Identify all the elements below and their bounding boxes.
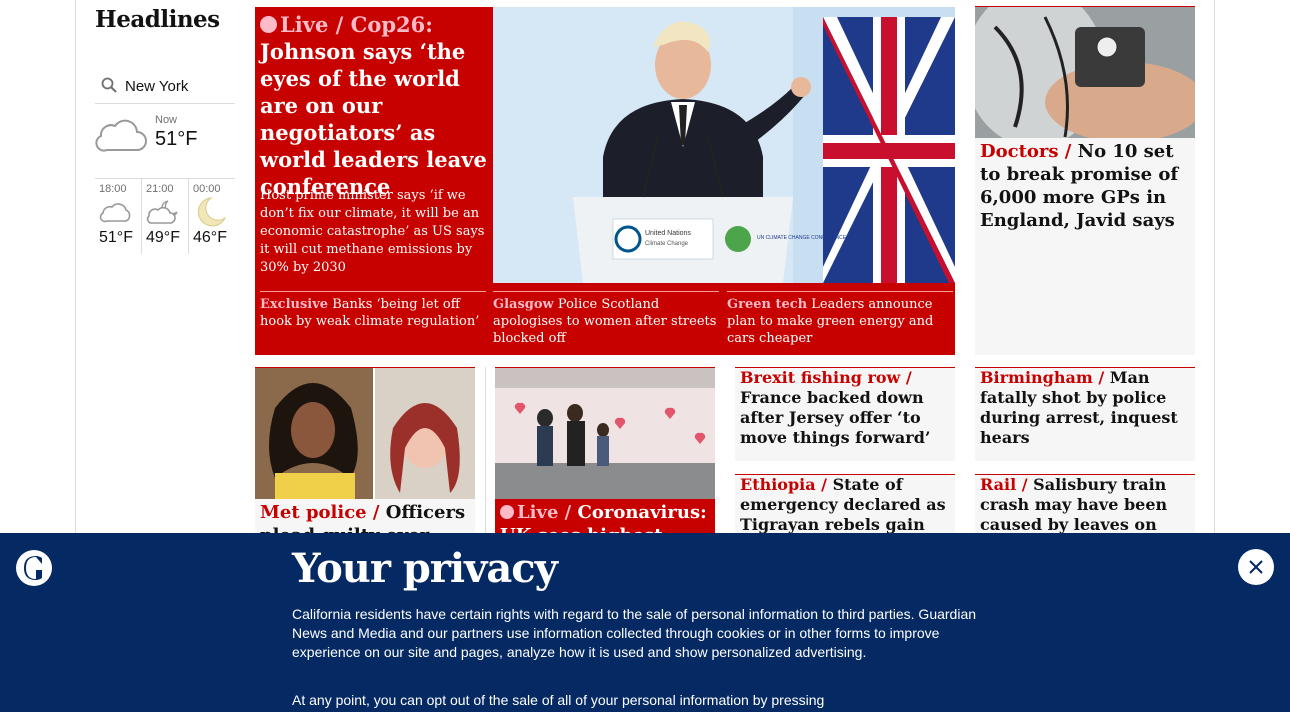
moon-icon [193, 195, 235, 229]
doctors-image[interactable] [975, 7, 1195, 138]
ethiopia-headline[interactable]: Ethiopia / State of emergency declared a… [735, 475, 955, 535]
brexit-kicker: Brexit fishing row [740, 368, 901, 387]
forecast-time: 21:00 [146, 183, 174, 195]
story-card-coronavirus[interactable]: Live / Coronavirus: UK sees highest dail… [495, 367, 715, 569]
coronavirus-kicker: Coronavirus: [577, 502, 707, 523]
sublink-kicker: Exclusive [260, 297, 329, 312]
live-label: Live [280, 12, 329, 37]
birmingham-headline[interactable]: Birmingham / Man fatally shot by police … [975, 368, 1195, 448]
lead-story[interactable]: Live / Cop26: Johnson says ‘the eyes of … [255, 7, 955, 355]
live-dot-icon [500, 505, 514, 519]
met-police-image[interactable] [255, 368, 475, 499]
birmingham-kicker: Birmingham [980, 368, 1093, 387]
weather-forecast: 18:00 51°F 21:00 49°F 00:00 46°F [95, 178, 235, 254]
sublink-kicker: Glasgow [493, 297, 554, 312]
doctors-headline[interactable]: Doctors / No 10 set to break promise of … [975, 138, 1195, 234]
sublink-exclusive[interactable]: Exclusive Banks ‘being let off hook by w… [260, 291, 486, 330]
close-icon [1249, 560, 1263, 574]
forecast-time: 18:00 [99, 183, 127, 195]
podium-cop-text: UN CLIMATE CHANGE CONFERENCE UK 2021 [757, 235, 867, 241]
sublink-green-tech[interactable]: Green tech Leaders announce plan to make… [727, 291, 953, 347]
rail-kicker: Rail [980, 475, 1017, 494]
forecast-item: 00:00 46°F [188, 179, 235, 254]
privacy-banner: Your privacy California residents have c… [0, 533, 1290, 712]
lead-headline-block[interactable]: Live / Cop26: Johnson says ‘the eyes of … [260, 11, 488, 200]
sublink-glasgow[interactable]: Glasgow Police Scotland apologises to wo… [493, 291, 719, 347]
weather-now: Now 51°F [95, 112, 235, 174]
cloud-icon [95, 116, 147, 158]
search-icon [101, 77, 117, 97]
privacy-text-optout: At any point, you can opt out of the sal… [292, 692, 825, 708]
column-divider [485, 367, 486, 533]
forecast-time: 00:00 [193, 183, 221, 195]
story-card-doctors[interactable]: Doctors / No 10 set to break promise of … [975, 6, 1195, 355]
now-label: Now [155, 114, 178, 126]
privacy-text: California residents have certain rights… [292, 606, 977, 660]
ethiopia-kicker: Ethiopia [740, 475, 816, 494]
lead-kicker: Cop26: [350, 12, 433, 37]
close-banner-button[interactable] [1238, 549, 1274, 585]
cloud-icon [99, 195, 141, 229]
met-police-kicker: Met police [260, 502, 367, 523]
lead-headline-text: Johnson says ‘the eyes of the world are … [260, 39, 487, 199]
live-label: Live [517, 502, 559, 523]
now-temp: 51°F [155, 128, 198, 150]
story-card-brexit[interactable]: Brexit fishing row / France backed down … [735, 367, 955, 461]
lead-image[interactable]: United Nations Climate Change UN CLIMATE… [493, 7, 955, 283]
cloud-moon-icon [146, 195, 188, 229]
story-card-met-police[interactable]: Met police / Officers plead guilty over [255, 367, 475, 546]
weather-location-field[interactable]: New York [95, 70, 235, 104]
section-title: Headlines [95, 6, 220, 33]
story-card-birmingham[interactable]: Birmingham / Man fatally shot by police … [975, 367, 1195, 461]
doctors-kicker: Doctors [980, 141, 1059, 162]
sublink-kicker: Green tech [727, 297, 808, 312]
weather-location: New York [125, 78, 189, 95]
live-dot-icon [260, 16, 277, 33]
forecast-item: 21:00 49°F [141, 179, 188, 254]
forecast-temp: 51°F [99, 229, 133, 246]
story-card-rail[interactable]: Rail / Salisbury train crash may have be… [975, 474, 1195, 554]
forecast-item: 18:00 51°F [95, 179, 141, 254]
podium-sign-sub: Climate Change [645, 241, 689, 247]
forecast-temp: 49°F [146, 229, 180, 246]
privacy-title: Your privacy [292, 545, 558, 592]
podium-sign-text: United Nations [645, 230, 691, 237]
coronavirus-image[interactable] [495, 368, 715, 499]
lead-headline[interactable]: Live / Cop26: Johnson says ‘the eyes of … [260, 11, 488, 200]
brexit-headline[interactable]: Brexit fishing row / France backed down … [735, 368, 955, 448]
forecast-temp: 46°F [193, 229, 227, 246]
brexit-headline-text: France backed down after Jersey offer ‘t… [740, 388, 931, 447]
lead-standfirst: Host prime minister says ‘if we don’t fi… [260, 188, 485, 275]
guardian-logo-icon [16, 550, 52, 586]
story-card-ethiopia[interactable]: Ethiopia / State of emergency declared a… [735, 474, 955, 538]
